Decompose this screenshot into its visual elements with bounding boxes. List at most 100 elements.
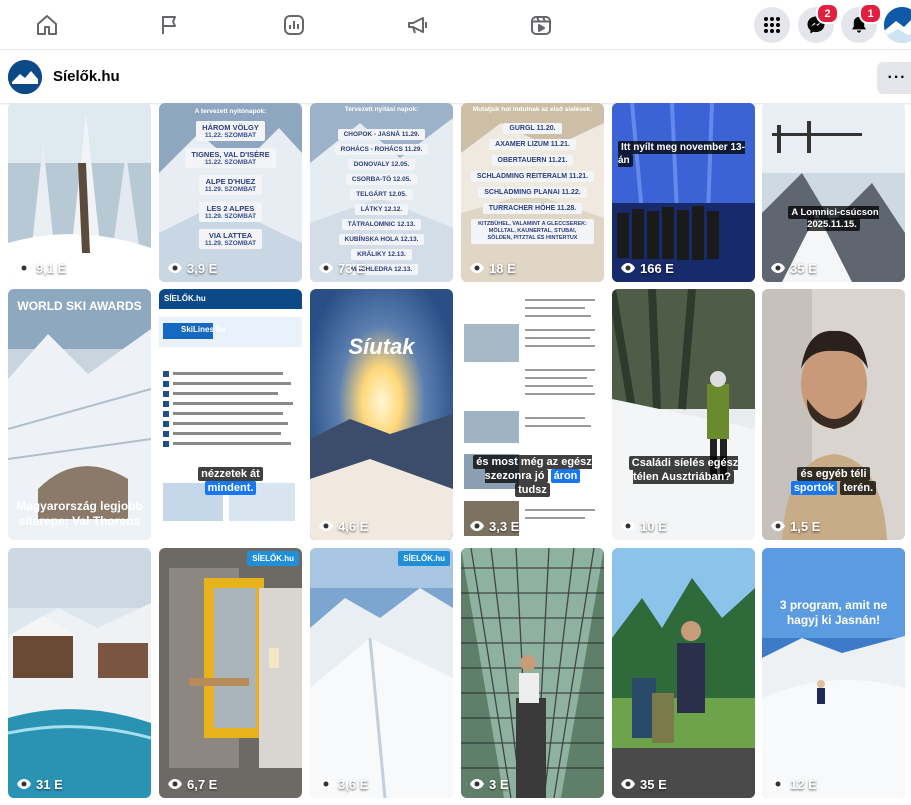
video-tile-18[interactable]: 3 program, amit ne hagyj ki Jasnán! 12 E [762, 548, 905, 798]
video-tile-6[interactable]: A Lomnici-csúcson 2025.11.15. 35 E [762, 103, 905, 282]
resort-pill: SCHLADMING REITERALM 11.21. [470, 171, 595, 182]
video-tile-2[interactable]: A tervezett nyitónapok: HÁROM VÖLGY 11.22… [159, 103, 302, 282]
eye-icon [470, 521, 484, 531]
award-logo: WORLD SKI AWARDS [17, 299, 142, 313]
eye-icon [319, 263, 333, 273]
resort-list: HÁROM VÖLGY 11.22. SZOMBAT TIGNES, VAL D'… [175, 121, 286, 249]
video-caption: 3 program, amit ne hagyj ki Jasnán! [779, 598, 888, 627]
insights-icon[interactable] [278, 9, 310, 41]
notifications-badge: 1 [859, 3, 882, 24]
video-caption: és most még az egész szezonra jó áron tu… [467, 455, 598, 497]
resort-pill: KRÁLIKY 12.13. [351, 249, 412, 260]
view-count: 35 E [770, 260, 817, 276]
video-tile-13[interactable]: 31 E [8, 548, 151, 798]
notifications-button[interactable]: 1 [841, 3, 882, 43]
video-tile-12[interactable]: és egyéb téli sportok terén. 1,5 E [762, 289, 905, 540]
page-name[interactable]: Síelők.hu [53, 68, 120, 85]
messenger-button[interactable]: 2 [798, 3, 839, 43]
video-tile-3[interactable]: Tervezett nyitási napok: CHOPOK - JASNÁ … [310, 103, 453, 282]
brand-logo: SÍELŐK.hu [398, 551, 450, 566]
view-count: 3,3 E [469, 518, 519, 534]
resort-pill: TÁTRALOMNIC 12.13. [341, 219, 422, 230]
video-tile-9[interactable]: Síutak 4,6 E [310, 289, 453, 540]
resort-pill: LÁTKY 12.12. [354, 204, 409, 215]
video-caption: A Lomnici-csúcson 2025.11.15. [768, 206, 899, 231]
resort-pill: TIGNES, VAL D'ISÈRE 11.22. SZOMBAT [185, 148, 276, 168]
video-caption: és egyéb téli sportok terén. [768, 467, 899, 495]
flag-icon[interactable] [154, 9, 186, 41]
page-header: Síelők.hu ··· [0, 51, 911, 103]
eye-icon [771, 263, 785, 273]
grid-menu-icon [764, 17, 780, 33]
resort-pill: OBERTAUERN 11.21. [491, 155, 574, 166]
view-count: 166 E [620, 260, 674, 276]
profile-avatar[interactable] [884, 7, 911, 43]
resort-pill: CHOPOK - JASNÁ 11.29. [337, 129, 426, 140]
resort-pill: TURRACHER HÖHE 11.28. [482, 203, 583, 214]
resort-pill: HÁROM VÖLGY 11.22. SZOMBAT [196, 121, 265, 141]
resort-pill: SCHLADMING PLANAI 11.22. [478, 187, 587, 198]
video-caption: Magyarország legjobb síterepe: Val Thore… [16, 499, 143, 528]
video-thumbnail [8, 103, 151, 282]
video-caption: Itt nyílt meg november 13-án [618, 141, 745, 167]
view-count: 4,6 E [318, 518, 368, 534]
view-count: 3 E [469, 776, 509, 792]
resort-pill: GURGL 11.20. [503, 123, 562, 134]
eye-icon [470, 263, 484, 273]
profile-avatar-image [884, 7, 911, 43]
view-count: 35 E [620, 776, 667, 792]
video-icon[interactable] [525, 9, 557, 41]
resort-pill: DONOVALY 12.05. [347, 159, 416, 170]
more-options-button[interactable]: ··· [877, 62, 911, 94]
video-tile-17[interactable]: 35 E [612, 548, 755, 798]
messenger-badge: 2 [816, 3, 839, 24]
eye-icon [168, 779, 182, 789]
video-tile-10[interactable]: és most még az egész szezonra jó áron tu… [461, 289, 604, 540]
home-icon[interactable] [31, 9, 63, 41]
video-tile-11[interactable]: Családi síelés egész télen Ausztriában? … [612, 289, 755, 540]
eye-icon [17, 263, 31, 273]
menu-button[interactable] [754, 7, 790, 43]
view-count: 18 E [469, 260, 516, 276]
eye-icon [17, 779, 31, 789]
view-count: 3,9 E [167, 260, 217, 276]
video-tile-15[interactable]: SÍELŐK.hu 3,6 E [310, 548, 453, 798]
view-count: 6,7 E [167, 776, 217, 792]
view-count: 9,1 E [16, 260, 66, 276]
tile-header: Mutatjuk hol indulnak az első síelések: [472, 106, 593, 113]
page-avatar[interactable] [8, 60, 42, 94]
eye-icon [621, 521, 635, 531]
eye-icon [621, 263, 635, 273]
video-tile-14[interactable]: SÍELŐK.hu 6,7 E [159, 548, 302, 798]
video-thumbnail [762, 548, 905, 798]
eye-icon [470, 779, 484, 789]
video-tile-7[interactable]: WORLD SKI AWARDS Magyarország legjobb sí… [8, 289, 151, 540]
view-count: 12 E [770, 776, 817, 792]
resort-pill: ALPE D'HUEZ 11.29. SZOMBAT [198, 175, 263, 195]
video-thumbnail [461, 548, 604, 798]
eye-icon [621, 779, 635, 789]
video-thumbnail [310, 548, 453, 798]
tile-header: A tervezett nyitónapok: [194, 108, 267, 115]
resort-pill: VIA LATTEA 11.29. SZOMBAT [198, 229, 263, 249]
resort-list: CHOPOK - JASNÁ 11.29. ROHÁCS - ROHÁCS 11… [330, 129, 433, 275]
page-logo-icon [8, 60, 42, 94]
resort-pill: LES 2 ALPES 11.29. SZOMBAT [198, 202, 263, 222]
view-count: 1,5 E [770, 518, 820, 534]
resort-pill: AXAMER LIZUM 11.21. [489, 139, 576, 150]
video-tile-5[interactable]: Itt nyílt meg november 13-án 166 E [612, 103, 755, 282]
view-count: 3,6 E [318, 776, 368, 792]
eye-icon [771, 521, 785, 531]
video-thumbnail [762, 289, 905, 540]
video-tile-4[interactable]: Mutatjuk hol indulnak az első síelések: … [461, 103, 604, 282]
video-tile-8[interactable]: SÍELŐK.hu SkiLines.hu nézzetek át minden… [159, 289, 302, 540]
megaphone-icon[interactable] [402, 9, 434, 41]
resort-pill: KITZBÜHEL, VALAMINT A GLECCSEREK: MÖLLTA… [471, 219, 594, 244]
video-caption: Családi síelés egész télen Ausztriában? [618, 456, 749, 484]
video-thumbnail [461, 289, 604, 540]
video-tile-1[interactable]: 9,1 E [8, 103, 151, 282]
video-tile-16[interactable]: 3 E [461, 548, 604, 798]
video-thumbnail [159, 548, 302, 798]
video-thumbnail [310, 289, 453, 540]
resort-pill: CSORBA-TÓ 12.05. [345, 174, 418, 185]
